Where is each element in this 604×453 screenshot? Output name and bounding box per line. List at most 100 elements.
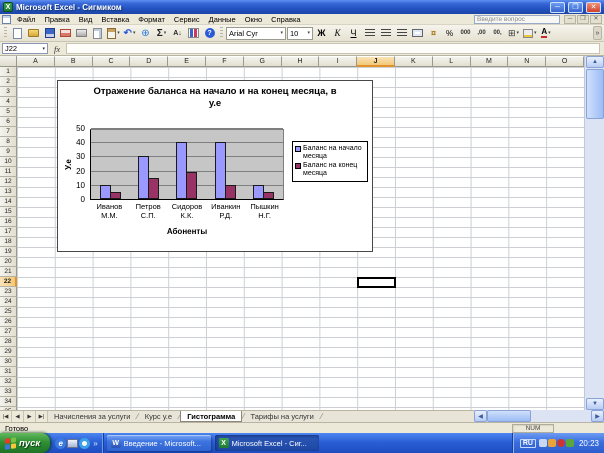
insert-function-icon[interactable]: fx bbox=[50, 44, 64, 54]
row-header-29[interactable]: 29 bbox=[0, 347, 17, 357]
sort-ascending-icon[interactable]: А↓ bbox=[170, 26, 185, 41]
row-header-1[interactable]: 1 bbox=[0, 67, 17, 77]
column-header-F[interactable]: F bbox=[206, 56, 244, 67]
comma-icon[interactable]: 000 bbox=[458, 26, 473, 41]
print-preview-icon[interactable] bbox=[90, 26, 105, 41]
sheet-tab-3[interactable]: Гистограмма bbox=[180, 411, 242, 422]
name-box[interactable]: J22 ▾ bbox=[2, 43, 48, 54]
new-icon[interactable] bbox=[10, 26, 25, 41]
column-header-K[interactable]: K bbox=[395, 56, 433, 67]
row-header-21[interactable]: 21 bbox=[0, 267, 17, 277]
row-header-27[interactable]: 27 bbox=[0, 327, 17, 337]
row-header-7[interactable]: 7 bbox=[0, 127, 17, 137]
increase-decimal-icon[interactable]: ,00 bbox=[474, 26, 489, 41]
column-header-D[interactable]: D bbox=[130, 56, 168, 67]
media-player-icon[interactable] bbox=[79, 438, 90, 449]
menu-item[interactable]: Справка bbox=[267, 15, 304, 24]
sheet-tab-2[interactable]: Курс у.е bbox=[139, 411, 178, 422]
column-header-J[interactable]: J bbox=[357, 56, 395, 67]
menu-item[interactable]: Правка bbox=[40, 15, 73, 24]
horizontal-scroll-thumb[interactable] bbox=[487, 410, 531, 422]
row-header-18[interactable]: 18 bbox=[0, 237, 17, 247]
mail-icon[interactable] bbox=[58, 26, 73, 41]
scroll-right-icon[interactable]: ▶ bbox=[591, 410, 604, 422]
close-button[interactable]: ✕ bbox=[586, 2, 601, 13]
row-header-34[interactable]: 34 bbox=[0, 397, 17, 407]
toolbar-grip[interactable] bbox=[4, 27, 7, 39]
font-color-icon[interactable]: А▾ bbox=[539, 26, 554, 41]
align-center-icon[interactable] bbox=[378, 26, 393, 41]
borders-icon[interactable]: ⊞▾ bbox=[506, 26, 521, 41]
workbook-close-button[interactable]: ✕ bbox=[590, 15, 602, 24]
restore-button[interactable]: ❐ bbox=[568, 2, 583, 13]
fill-color-icon[interactable]: ▾ bbox=[522, 26, 538, 41]
bold-icon[interactable]: Ж bbox=[314, 26, 329, 41]
tab-scroll-button[interactable]: ▶ bbox=[24, 411, 36, 422]
row-header-5[interactable]: 5 bbox=[0, 107, 17, 117]
tab-scroll-button[interactable]: ▶| bbox=[36, 411, 48, 422]
menu-item[interactable]: Вставка bbox=[97, 15, 133, 24]
task-button-excel[interactable]: Microsoft Excel - Сиг... bbox=[215, 435, 319, 451]
row-header-32[interactable]: 32 bbox=[0, 377, 17, 387]
column-header-O[interactable]: O bbox=[546, 56, 584, 67]
row-header-2[interactable]: 2 bbox=[0, 77, 17, 87]
row-header-19[interactable]: 19 bbox=[0, 247, 17, 257]
messenger-icon[interactable] bbox=[548, 439, 556, 447]
minimize-button[interactable]: ─ bbox=[550, 2, 565, 13]
column-header-A[interactable]: A bbox=[17, 56, 55, 67]
print-icon[interactable] bbox=[74, 26, 89, 41]
sheet-tab-1[interactable]: Начисления за услуги bbox=[48, 411, 136, 422]
active-cell[interactable] bbox=[357, 277, 396, 288]
menu-item[interactable]: Данные bbox=[205, 15, 240, 24]
row-header-16[interactable]: 16 bbox=[0, 217, 17, 227]
row-header-9[interactable]: 9 bbox=[0, 147, 17, 157]
row-header-22[interactable]: 22 bbox=[0, 277, 17, 287]
row-header-11[interactable]: 11 bbox=[0, 167, 17, 177]
column-header-E[interactable]: E bbox=[168, 56, 206, 67]
align-left-icon[interactable] bbox=[362, 26, 377, 41]
row-header-3[interactable]: 3 bbox=[0, 87, 17, 97]
italic-icon[interactable]: К bbox=[330, 26, 345, 41]
help-icon[interactable]: ? bbox=[202, 26, 217, 41]
row-header-17[interactable]: 17 bbox=[0, 227, 17, 237]
menu-item[interactable]: Файл bbox=[13, 15, 39, 24]
row-header-28[interactable]: 28 bbox=[0, 337, 17, 347]
scroll-down-icon[interactable]: ▼ bbox=[586, 398, 604, 410]
antivirus-icon[interactable] bbox=[557, 439, 565, 447]
row-header-30[interactable]: 30 bbox=[0, 357, 17, 367]
decrease-decimal-icon[interactable]: 00, bbox=[490, 26, 505, 41]
row-header-25[interactable]: 25 bbox=[0, 307, 17, 317]
paste-icon[interactable]: ▾ bbox=[106, 26, 121, 41]
row-header-4[interactable]: 4 bbox=[0, 97, 17, 107]
row-header-33[interactable]: 33 bbox=[0, 387, 17, 397]
row-header-13[interactable]: 13 bbox=[0, 187, 17, 197]
workbook-minimize-button[interactable]: ─ bbox=[564, 15, 576, 24]
row-header-26[interactable]: 26 bbox=[0, 317, 17, 327]
tab-scroll-button[interactable]: ◀ bbox=[12, 411, 24, 422]
row-header-10[interactable]: 10 bbox=[0, 157, 17, 167]
font-name-select[interactable]: Arial Cyr ▾ bbox=[226, 27, 286, 40]
workbook-restore-button[interactable]: ❐ bbox=[577, 15, 589, 24]
column-header-C[interactable]: C bbox=[93, 56, 131, 67]
row-header-15[interactable]: 15 bbox=[0, 207, 17, 217]
save-icon[interactable] bbox=[42, 26, 57, 41]
chart-wizard-icon[interactable] bbox=[186, 26, 201, 41]
show-desktop-icon[interactable] bbox=[67, 439, 78, 448]
menu-item[interactable]: Вид bbox=[75, 15, 97, 24]
undo-icon[interactable]: ↶▾ bbox=[122, 26, 137, 41]
column-header-H[interactable]: H bbox=[282, 56, 320, 67]
row-header-12[interactable]: 12 bbox=[0, 177, 17, 187]
question-input[interactable]: Введите вопрос bbox=[474, 15, 560, 24]
column-header-G[interactable]: G bbox=[244, 56, 282, 67]
open-icon[interactable] bbox=[26, 26, 41, 41]
chart-object[interactable]: Отражение баланса на начало и на конец м… bbox=[57, 80, 373, 252]
scroll-left-icon[interactable]: ◀ bbox=[474, 410, 487, 422]
select-all-corner[interactable] bbox=[0, 56, 17, 67]
quick-launch-overflow-icon[interactable]: » bbox=[93, 439, 97, 448]
align-right-icon[interactable] bbox=[394, 26, 409, 41]
merge-center-icon[interactable] bbox=[410, 26, 425, 41]
percent-icon[interactable]: % bbox=[442, 26, 457, 41]
underline-icon[interactable]: Ч bbox=[346, 26, 361, 41]
vertical-scroll-thumb[interactable] bbox=[586, 69, 604, 119]
row-header-6[interactable]: 6 bbox=[0, 117, 17, 127]
